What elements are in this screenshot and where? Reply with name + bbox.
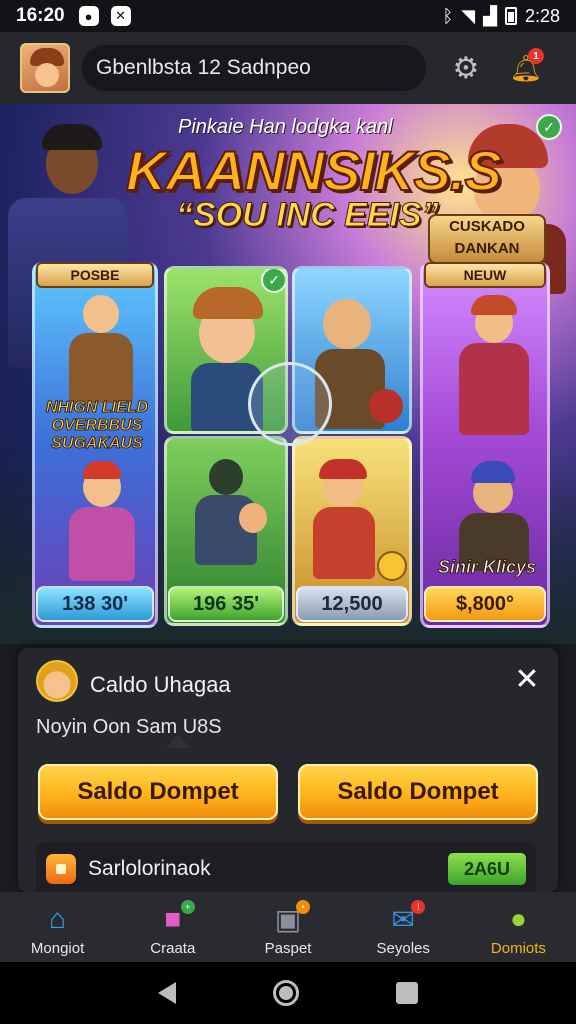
notification-icon: ● <box>78 6 99 26</box>
game-card-blue[interactable]: NHIGN LIELD OVERBBUS SUGAKAUS <box>32 262 158 628</box>
row-label: Sarlolorinaok <box>88 857 211 880</box>
card-green-bottom-character <box>181 459 281 599</box>
mail-icon: ✉! <box>385 900 426 936</box>
status-bar: 16:20 ● ✕ ᛒ ◥ ▟ 2:28 <box>0 0 576 32</box>
hero-subtitle: Pinkaie Han lodgka kanl <box>178 116 393 138</box>
tab-character-label: Domiots <box>490 940 546 957</box>
wallet-sheet: Caldo Uhagaa ✕ Noyin Oon Sam U8S Saldo D… <box>18 648 558 896</box>
character-icon: ● <box>509 903 527 934</box>
card-blue-label-text: POSBE <box>70 267 120 283</box>
row-action-pill[interactable]: 2A6U <box>448 853 526 885</box>
card-green-top-check-icon: ✓ <box>261 269 285 293</box>
tab-gift[interactable]: ■ + Craata <box>115 892 230 962</box>
gift-box-icon: ■ + <box>155 900 195 936</box>
card-blue-character-top <box>55 295 145 405</box>
card-purple-label-text: NEUW <box>463 267 507 283</box>
card-purple-character-bottom <box>443 461 539 571</box>
card-blue-overlay: NHIGN LIELD OVERBBUS SUGAKAUS <box>39 399 155 453</box>
back-icon[interactable] <box>158 982 177 1004</box>
close-icon[interactable]: ✕ <box>512 665 542 696</box>
magnifier-icon <box>248 362 332 446</box>
sheet-title: Caldo Uhagaa <box>90 672 231 697</box>
wallet-badge: • <box>296 900 310 914</box>
status-right-time: 2:28 <box>524 5 560 26</box>
card-blue-overlay-text: NHIGN LIELD OVERBBUS SUGAKAUS <box>45 399 149 453</box>
home-icon: ⌂ <box>49 903 67 934</box>
hero-tagline: “SOU INC EEIS” <box>176 196 440 235</box>
signal-icon: ▟ <box>483 5 497 26</box>
status-time: 16:20 <box>16 5 65 26</box>
notification-badge: 1 <box>528 48 544 64</box>
price-gold-text: 12,500 <box>321 592 383 615</box>
tab-wallet[interactable]: ▣ • Paspet <box>230 892 345 962</box>
profile-avatar[interactable] <box>20 43 70 93</box>
tab-gift-label: Craata <box>150 940 196 957</box>
system-nav-bar <box>0 962 576 1024</box>
search-bar[interactable]: Gbenlbsta 12 Sadnpeo <box>82 45 426 91</box>
tab-wallet-label: Paspet <box>264 940 312 957</box>
card-blue-character-bottom <box>57 461 147 581</box>
card-purple-overlay-text: Sinir Klicys <box>437 557 537 578</box>
card-gold-bottom-character <box>301 459 407 599</box>
wifi-icon: ◥ <box>461 5 476 26</box>
hero-corner-badge-text: CUSKADO DANKAN <box>449 218 525 257</box>
notifications-button[interactable]: 🔔︎ 1 <box>506 48 546 88</box>
price-purple-text: $,800° <box>455 592 515 615</box>
card-blue-label: POSBE <box>36 262 154 288</box>
sheet-pointer <box>166 734 190 748</box>
tab-home[interactable]: ⌂ Mongiot <box>0 892 115 962</box>
home-circle-icon[interactable] <box>272 980 299 1006</box>
wallet-icon: ▣ • <box>270 900 310 936</box>
price-green-text: 196 35' <box>193 592 259 615</box>
status-icons: ᛒ ◥ ▟ 2:28 <box>442 6 560 27</box>
tab-mail-label: Seyoles <box>376 940 430 957</box>
price-button-gold[interactable]: 12,500 <box>296 586 408 622</box>
mail-badge: ! <box>411 900 426 914</box>
game-card-purple[interactable]: Sinir Klicys <box>420 262 550 628</box>
tab-mail[interactable]: ✉! Seyoles <box>346 892 461 962</box>
saldo-dompet-button-1[interactable]: Saldo Dompet <box>38 764 278 820</box>
price-button-purple[interactable]: $,800° <box>424 586 546 622</box>
card-purple-label: NEUW <box>424 262 546 288</box>
x-app-icon: ✕ <box>110 6 131 26</box>
hero-corner-badge: CUSKADO DANKAN <box>428 214 546 264</box>
bottom-tab-bar: ⌂ Mongiot ■ + Craata ▣ • Paspet ✉! Seyoles… <box>0 892 576 962</box>
sheet-list-row[interactable]: Sarlolorinaok 2A6U <box>36 842 536 896</box>
tab-character[interactable]: ● Domiots <box>461 892 576 962</box>
gear-icon: ⚙ <box>452 51 480 85</box>
sheet-subtitle: Noyin Oon Sam U8S <box>36 716 222 738</box>
saldo-dompet-button-2[interactable]: Saldo Dompet <box>298 764 538 820</box>
battery-icon <box>504 7 517 25</box>
gift-badge: + <box>180 900 195 914</box>
price-button-green[interactable]: 196 35' <box>168 586 284 622</box>
tab-home-label: Mongiot <box>30 940 85 957</box>
hero-title: KAANNSIKS.S <box>125 138 503 203</box>
hero-check-icon: ✓ <box>536 114 562 140</box>
bluetooth-icon: ᛒ <box>442 5 454 26</box>
card-purple-character-top <box>443 295 539 435</box>
search-text: Gbenlbsta 12 Sadnpeo <box>96 56 311 79</box>
sheet-avatar <box>36 660 78 702</box>
card-purple-overlay: Sinir Klicys <box>427 557 547 578</box>
settings-button[interactable]: ⚙ <box>446 48 486 88</box>
price-button-blue[interactable]: 138 30' <box>36 586 154 622</box>
recent-apps-icon[interactable] <box>395 982 418 1004</box>
app-header: Gbenlbsta 12 Sadnpeo ⚙ 🔔︎ 1 <box>0 32 576 104</box>
row-square-icon <box>46 854 76 884</box>
price-blue-text: 138 30' <box>62 592 128 615</box>
